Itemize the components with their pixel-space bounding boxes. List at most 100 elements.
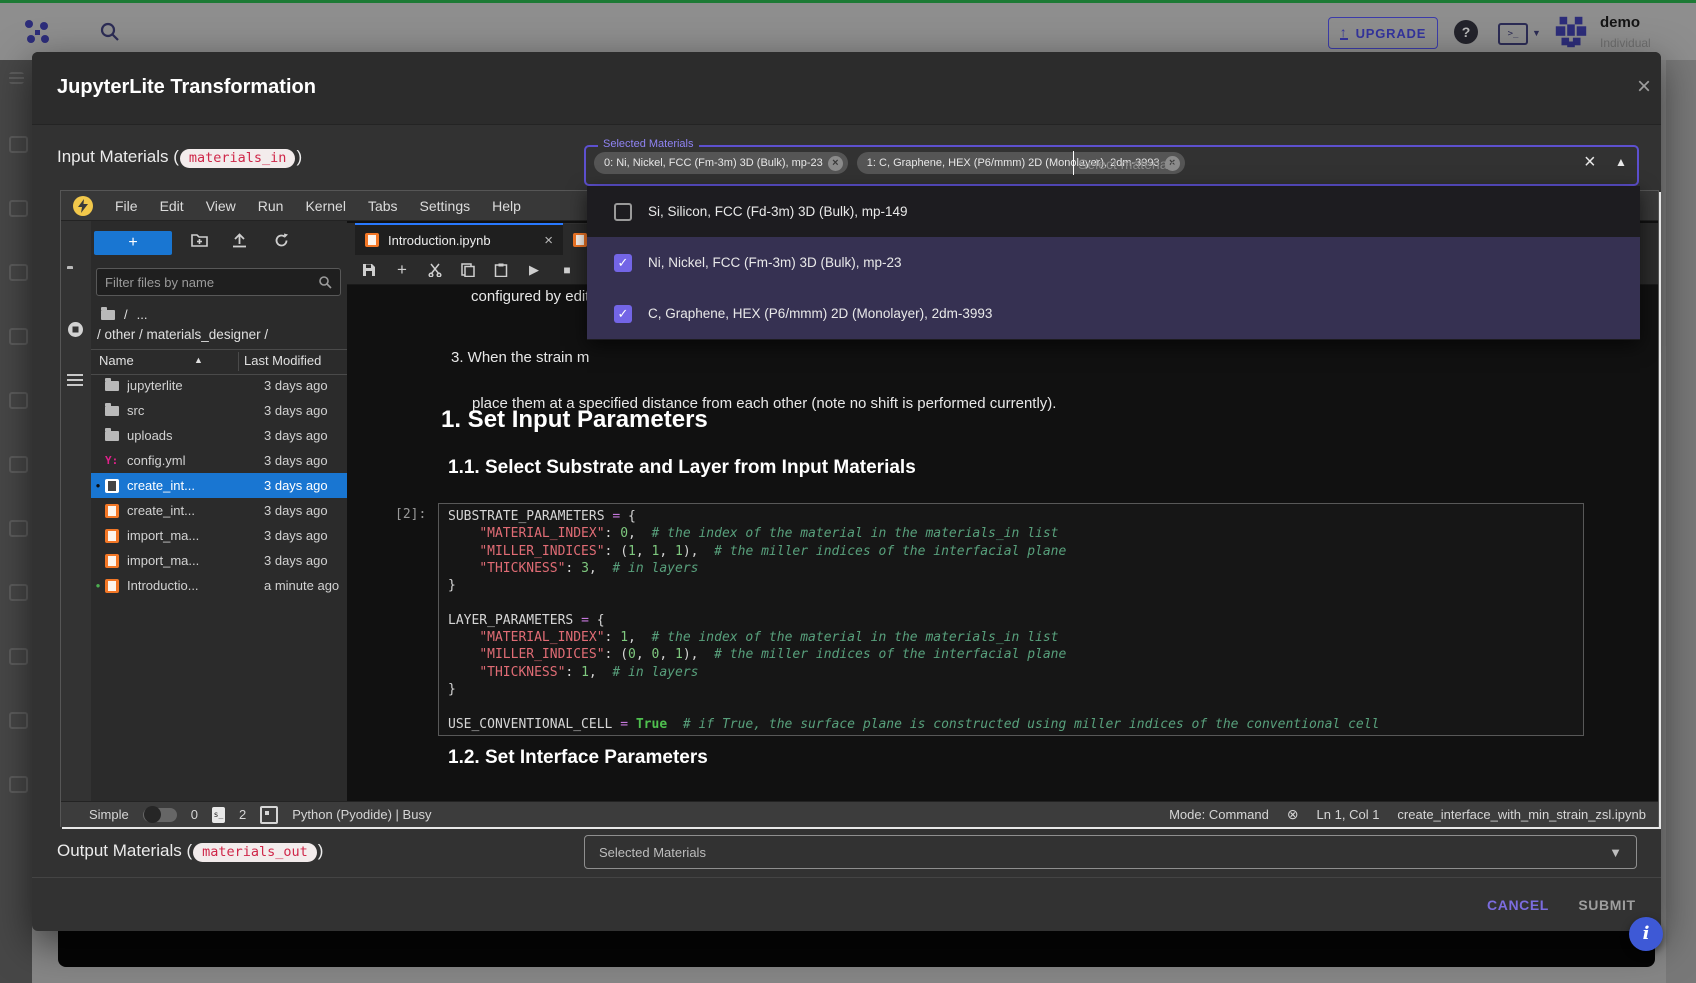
- file-row[interactable]: create_int...3 days ago: [91, 498, 347, 523]
- material-option[interactable]: Si, Silicon, FCC (Fd-3m) 3D (Bulk), mp-1…: [587, 186, 1640, 237]
- file-row[interactable]: src3 days ago: [91, 398, 347, 423]
- file-row[interactable]: Y:config.yml3 days ago: [91, 448, 347, 473]
- app-left-sidebar: [0, 60, 32, 983]
- terminal-count: 0: [191, 807, 198, 822]
- checkbox-checked-icon[interactable]: ✓: [614, 305, 632, 323]
- code-cell[interactable]: SUBSTRATE_PARAMETERS = { "MATERIAL_INDEX…: [438, 503, 1584, 736]
- new-launcher-button[interactable]: +: [94, 231, 172, 255]
- menu-run[interactable]: Run: [258, 198, 284, 214]
- help-button[interactable]: ?: [1454, 20, 1478, 44]
- code-line: }: [448, 578, 1583, 595]
- breadcrumb-root[interactable]: /: [124, 307, 128, 322]
- submit-button[interactable]: SUBMIT: [1572, 890, 1642, 920]
- user-avatar[interactable]: [1552, 12, 1590, 52]
- breadcrumb-ellipsis[interactable]: ...: [137, 307, 148, 322]
- close-icon[interactable]: ×: [1630, 74, 1658, 102]
- menu-settings[interactable]: Settings: [420, 198, 471, 214]
- copy-cells-button[interactable]: [460, 262, 476, 278]
- breadcrumb-current-path[interactable]: / other / materials_designer /: [97, 327, 268, 342]
- editor-mode[interactable]: Mode: Command: [1169, 807, 1269, 822]
- clear-selection-icon[interactable]: ×: [1584, 151, 1596, 174]
- code-line: "MILLER_INDICES": (1, 1, 1), # the mille…: [448, 544, 1583, 561]
- code-line: USE_CONVENTIONAL_CELL = True # if True, …: [448, 717, 1583, 734]
- upload-files-button[interactable]: [232, 233, 247, 253]
- save-button[interactable]: [361, 262, 377, 278]
- refresh-file-list-button[interactable]: [274, 233, 289, 253]
- file-row[interactable]: import_ma...3 days ago: [91, 523, 347, 548]
- stop-kernel-button[interactable]: ■: [559, 262, 575, 278]
- app-sidebar-icon: [9, 328, 28, 345]
- file-name: Introductio...: [127, 578, 264, 593]
- material-option[interactable]: ✓C, Graphene, HEX (P6/mmm) 2D (Monolayer…: [587, 288, 1640, 339]
- kernel-status[interactable]: Python (Pyodide) | Busy: [292, 807, 431, 822]
- code-line: "THICKNESS": 3, # in layers: [448, 561, 1583, 578]
- upgrade-label: UPGRADE: [1356, 26, 1427, 41]
- column-divider: [238, 352, 239, 371]
- simple-mode-toggle[interactable]: [143, 808, 177, 822]
- kernel-status-bolt-icon[interactable]: [73, 196, 93, 216]
- column-last-modified[interactable]: Last Modified: [244, 353, 321, 368]
- file-row[interactable]: import_ma...3 days ago: [91, 548, 347, 573]
- file-row[interactable]: jupyterlite3 days ago: [91, 373, 347, 398]
- jupyter-left-activity-bar: [61, 221, 92, 801]
- file-status-dot: ●: [91, 581, 105, 590]
- file-name: create_int...: [127, 478, 264, 493]
- cancel-button[interactable]: CANCEL: [1480, 890, 1556, 920]
- file-name: src: [127, 403, 264, 418]
- cursor-position[interactable]: Ln 1, Col 1: [1317, 807, 1380, 822]
- menu-file[interactable]: File: [115, 198, 138, 214]
- menu-help[interactable]: Help: [492, 198, 521, 214]
- menu-view[interactable]: View: [206, 198, 236, 214]
- file-row[interactable]: ●create_int...3 days ago: [91, 473, 347, 498]
- running-sessions-tab[interactable]: [67, 321, 84, 343]
- file-list: jupyterlite3 days agosrc3 days agoupload…: [91, 373, 347, 598]
- menu-edit[interactable]: Edit: [160, 198, 184, 214]
- file-name: uploads: [127, 428, 264, 443]
- search-icon[interactable]: [98, 20, 122, 44]
- tab-introduction-ipynb[interactable]: Introduction.ipynb ×: [355, 223, 563, 255]
- menu-kernel[interactable]: Kernel: [305, 198, 345, 214]
- checkbox-unchecked-icon[interactable]: [614, 203, 632, 221]
- material-chip[interactable]: 0: Ni, Nickel, FCC (Fm-3m) 3D (Bulk), mp…: [594, 152, 848, 174]
- run-cell-button[interactable]: ▶: [526, 262, 542, 278]
- column-name[interactable]: Name: [99, 353, 134, 368]
- filter-files-input[interactable]: Filter files by name: [96, 268, 341, 296]
- sort-ascending-icon[interactable]: ▲: [194, 355, 203, 365]
- console-menu-button[interactable]: >_: [1498, 23, 1528, 45]
- new-folder-button[interactable]: [191, 233, 208, 252]
- table-of-contents-tab[interactable]: [67, 373, 83, 392]
- paste-cells-button[interactable]: [493, 262, 509, 278]
- breadcrumb: / ...: [101, 307, 147, 322]
- app-sidebar-icon: [9, 456, 28, 473]
- filter-search-icon: [318, 275, 332, 289]
- tab-close-icon[interactable]: ×: [544, 232, 553, 249]
- file-name: create_int...: [127, 503, 264, 518]
- output-materials-select[interactable]: Selected Materials ▼: [584, 835, 1637, 869]
- folder-icon: [105, 406, 127, 416]
- material-chip-label: 0: Ni, Nickel, FCC (Fm-3m) 3D (Bulk), mp…: [604, 157, 823, 169]
- app-sidebar-icon: [9, 584, 28, 601]
- material-option[interactable]: ✓Ni, Nickel, FCC (Fm-3m) 3D (Bulk), mp-2…: [587, 237, 1640, 288]
- add-cell-button[interactable]: +: [394, 262, 410, 278]
- mat3ra-logo-icon[interactable]: [22, 17, 52, 47]
- upgrade-button[interactable]: ↑ UPGRADE: [1328, 17, 1438, 49]
- file-modified: 3 days ago: [264, 428, 347, 443]
- info-fab-button[interactable]: i: [1629, 917, 1663, 951]
- code-line: "MILLER_INDICES": (0, 0, 1), # the mille…: [448, 647, 1583, 664]
- cut-cells-button[interactable]: [427, 262, 443, 278]
- file-row[interactable]: uploads3 days ago: [91, 423, 347, 448]
- chip-delete-icon[interactable]: ×: [828, 156, 843, 171]
- output-select-label: Selected Materials: [599, 845, 706, 860]
- user-name[interactable]: demo: [1600, 14, 1640, 31]
- text-caret: [1073, 151, 1074, 175]
- breadcrumb-home-icon[interactable]: [101, 310, 115, 320]
- output-materials-label: Output Materials (materials_out): [57, 841, 323, 862]
- notebook-icon: [105, 554, 127, 568]
- file-row[interactable]: ●Introductio...a minute ago: [91, 573, 347, 598]
- menu-tabs[interactable]: Tabs: [368, 198, 398, 214]
- collapse-dropdown-icon[interactable]: ▲: [1615, 155, 1627, 169]
- checkbox-checked-icon[interactable]: ✓: [614, 254, 632, 272]
- notebook-content[interactable]: configured by edit 3. When the strain m …: [347, 285, 1658, 801]
- file-modified: 3 days ago: [264, 528, 347, 543]
- output-materials-paren: ): [318, 841, 324, 860]
